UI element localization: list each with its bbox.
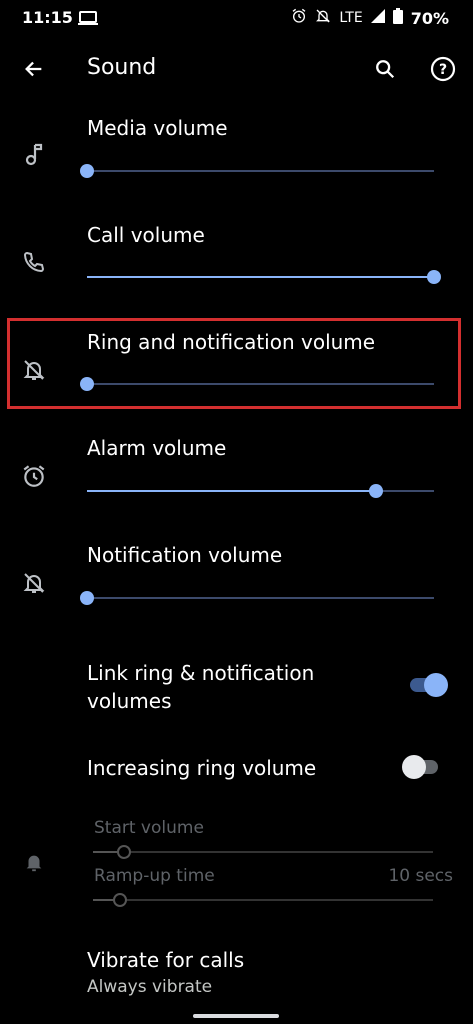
page-title: Sound — [87, 55, 157, 80]
start-volume-label: Start volume — [94, 818, 204, 838]
back-arrow-icon[interactable] — [16, 51, 52, 87]
svg-text:?: ? — [439, 62, 447, 78]
music-note-icon — [20, 141, 48, 169]
slider-thumb[interactable] — [113, 893, 128, 907]
slider-label-notification: Notification volume — [87, 543, 283, 567]
vibrate-label[interactable]: Vibrate for calls — [87, 948, 244, 972]
increasing-ring-label[interactable]: Increasing ring volume — [87, 756, 316, 780]
link-ring-toggle[interactable] — [410, 673, 448, 697]
slider-thumb[interactable] — [427, 270, 441, 284]
cast-icon — [78, 10, 98, 30]
signal-icon — [370, 9, 385, 27]
slider-label-ring: Ring and notification volume — [87, 330, 376, 354]
notification-volume-slider[interactable] — [80, 591, 434, 605]
vibrate-sub: Always vibrate — [87, 977, 213, 997]
increasing-ring-toggle[interactable] — [402, 755, 440, 779]
ramp-up-label: Ramp-up time — [94, 866, 215, 886]
bell-off-icon — [20, 356, 48, 384]
link-ring-label-line2: volumes — [87, 689, 172, 713]
gesture-nav-pill[interactable] — [193, 1014, 279, 1018]
mute-status-icon — [315, 8, 331, 28]
phone-icon — [20, 248, 48, 276]
ring-volume-slider[interactable] — [80, 377, 434, 391]
link-ring-label[interactable]: Link ring & notification volumes — [87, 659, 314, 715]
alarm-status-icon — [291, 8, 307, 28]
status-time: 11:15 — [22, 8, 73, 27]
slider-thumb[interactable] — [80, 591, 94, 605]
network-label: LTE — [339, 10, 363, 26]
bell-off-icon — [20, 569, 48, 597]
media-volume-slider[interactable] — [80, 164, 434, 178]
slider-label-alarm: Alarm volume — [87, 436, 227, 460]
battery-icon — [392, 8, 403, 28]
slider-thumb[interactable] — [80, 377, 94, 391]
link-ring-label-line1: Link ring & notification — [87, 661, 315, 685]
call-volume-slider[interactable] — [87, 270, 441, 284]
slider-label-call: Call volume — [87, 223, 205, 247]
status-right: LTE 70% — [291, 8, 449, 28]
bell-icon — [20, 848, 48, 876]
slider-label-media: Media volume — [87, 116, 228, 140]
help-icon[interactable]: ? — [425, 51, 461, 87]
ramp-up-slider[interactable] — [93, 893, 433, 907]
slider-thumb[interactable] — [80, 164, 94, 178]
start-volume-slider[interactable] — [93, 845, 433, 859]
battery-percent: 70% — [410, 8, 449, 28]
ramp-up-value: 10 secs — [388, 866, 453, 886]
slider-thumb[interactable] — [116, 845, 131, 859]
search-icon[interactable] — [367, 51, 403, 87]
alarm-clock-icon — [20, 462, 48, 490]
slider-thumb[interactable] — [369, 484, 384, 498]
alarm-volume-slider[interactable] — [87, 484, 434, 498]
